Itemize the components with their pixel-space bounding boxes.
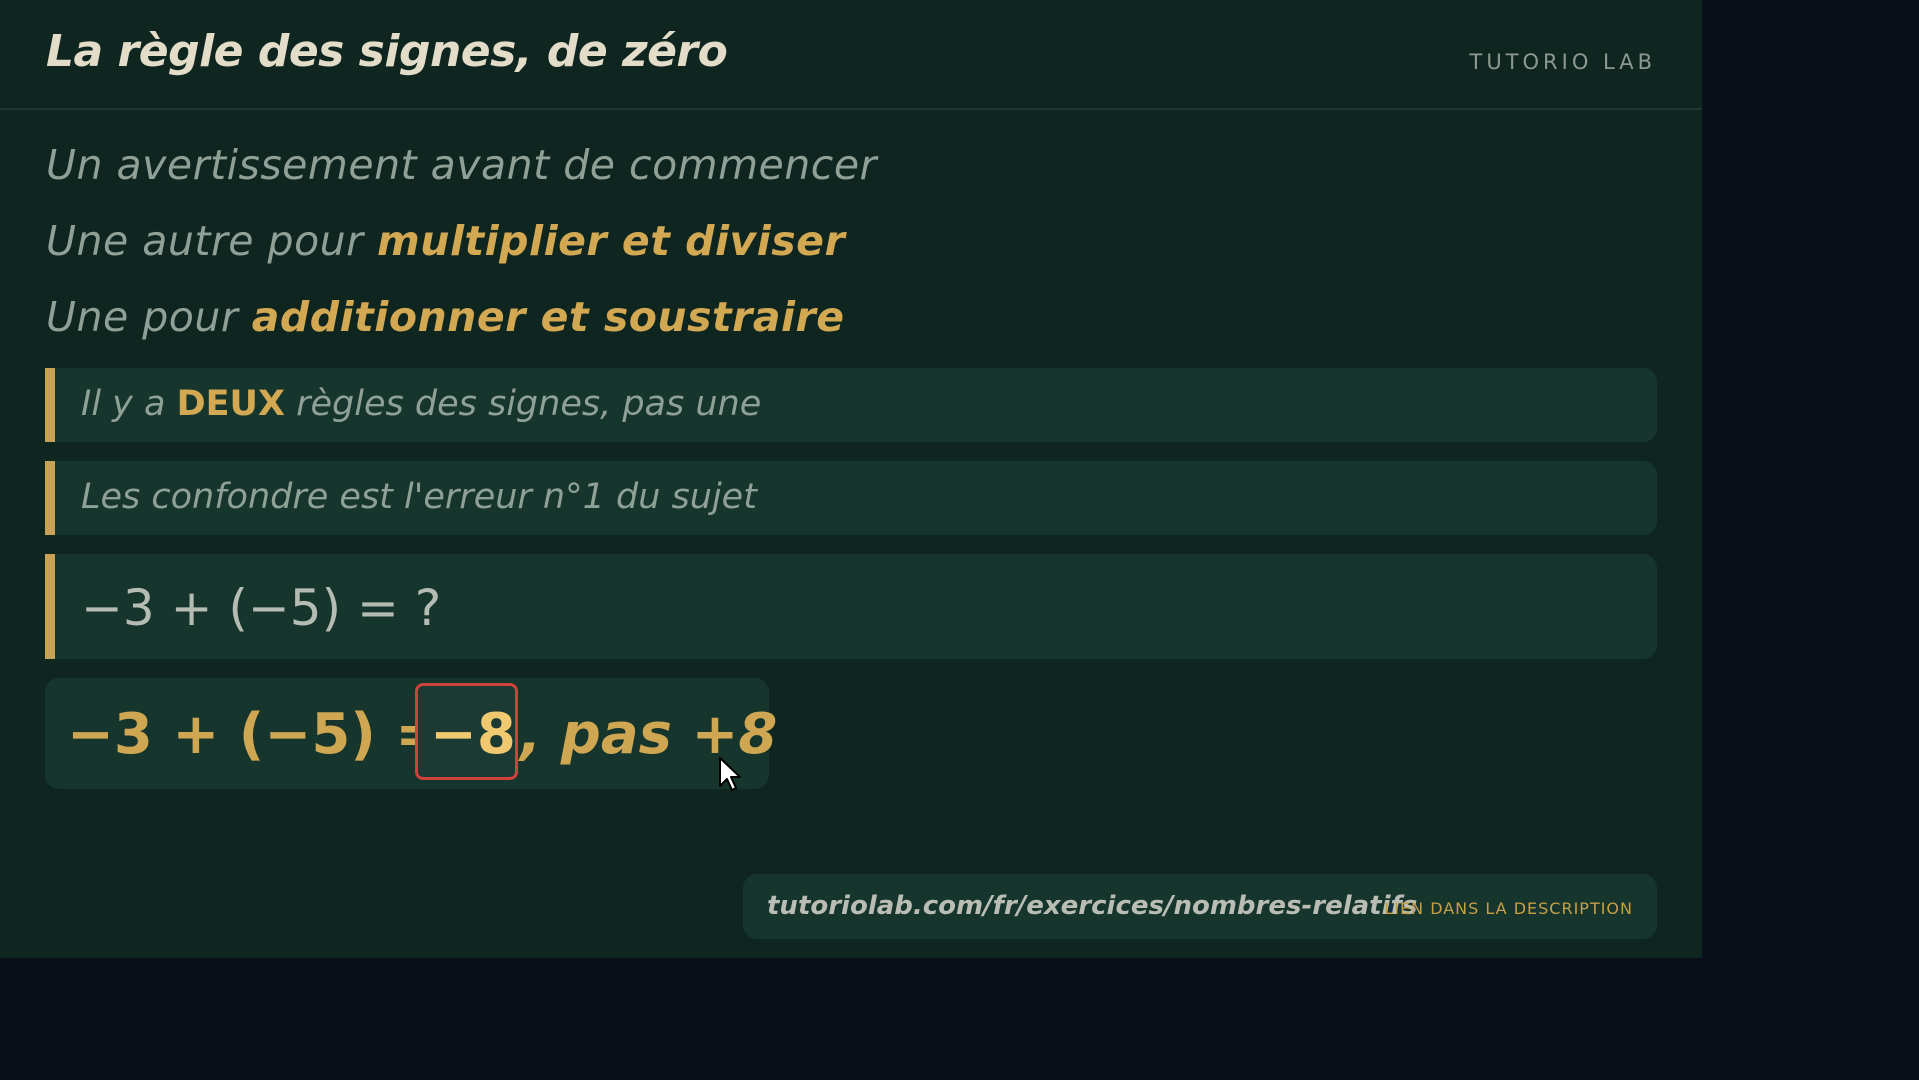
link-hint: LIEN DANS LA DESCRIPTION [1384,899,1633,918]
callout-text: Il y a DEUX règles des signes, pas une [81,384,761,424]
mouse-pointer-icon [719,757,741,791]
answer-card: −3 + (−5) = −8 , pas +8 [45,678,777,789]
callout-question: −3 + (−5) = ? [45,554,1657,659]
answer-lhs: −3 + (−5) = [67,702,443,767]
answer-result: −8 [430,702,516,767]
exercise-link[interactable]: tutoriolab.com/fr/exercices/nombres-rela… [767,891,1417,921]
slide-title: La règle des signes, de zéro [46,26,728,77]
question-equation: −3 + (−5) = ? [81,579,442,637]
callout-common-error: Les confondre est l'erreur n°1 du sujet [45,461,1657,535]
intro-line-multiply: Une autre pour multiplier et diviser [46,217,845,265]
callout-prefix: Il y a [81,384,177,424]
intro-line-prefix: Une pour [46,293,252,341]
intro-line-text: Un avertissement avant de commencer [46,141,877,189]
callout-suffix: règles des signes, pas une [284,384,762,424]
callout-accent: DEUX [176,384,285,424]
link-bar: tutoriolab.com/fr/exercices/nombres-rela… [743,874,1657,939]
intro-line-prefix: Une autre pour [46,217,378,265]
brand-label: TUTORIO LAB [1469,50,1656,74]
intro-line-accent: additionner et soustraire [251,293,845,341]
slide-board: La règle des signes, de zéro TUTORIO LAB… [0,0,1702,958]
callout-two-rules: Il y a DEUX règles des signes, pas une [45,368,1657,442]
slide-header: La règle des signes, de zéro TUTORIO LAB [0,0,1702,110]
answer-result-highlight: −8 [415,683,518,780]
intro-line-add: Une pour additionner et soustraire [46,293,845,341]
intro-line-warning: Un avertissement avant de commencer [46,141,877,189]
intro-line-accent: multiplier et diviser [377,217,846,265]
callout-text: Les confondre est l'erreur n°1 du sujet [81,477,757,517]
